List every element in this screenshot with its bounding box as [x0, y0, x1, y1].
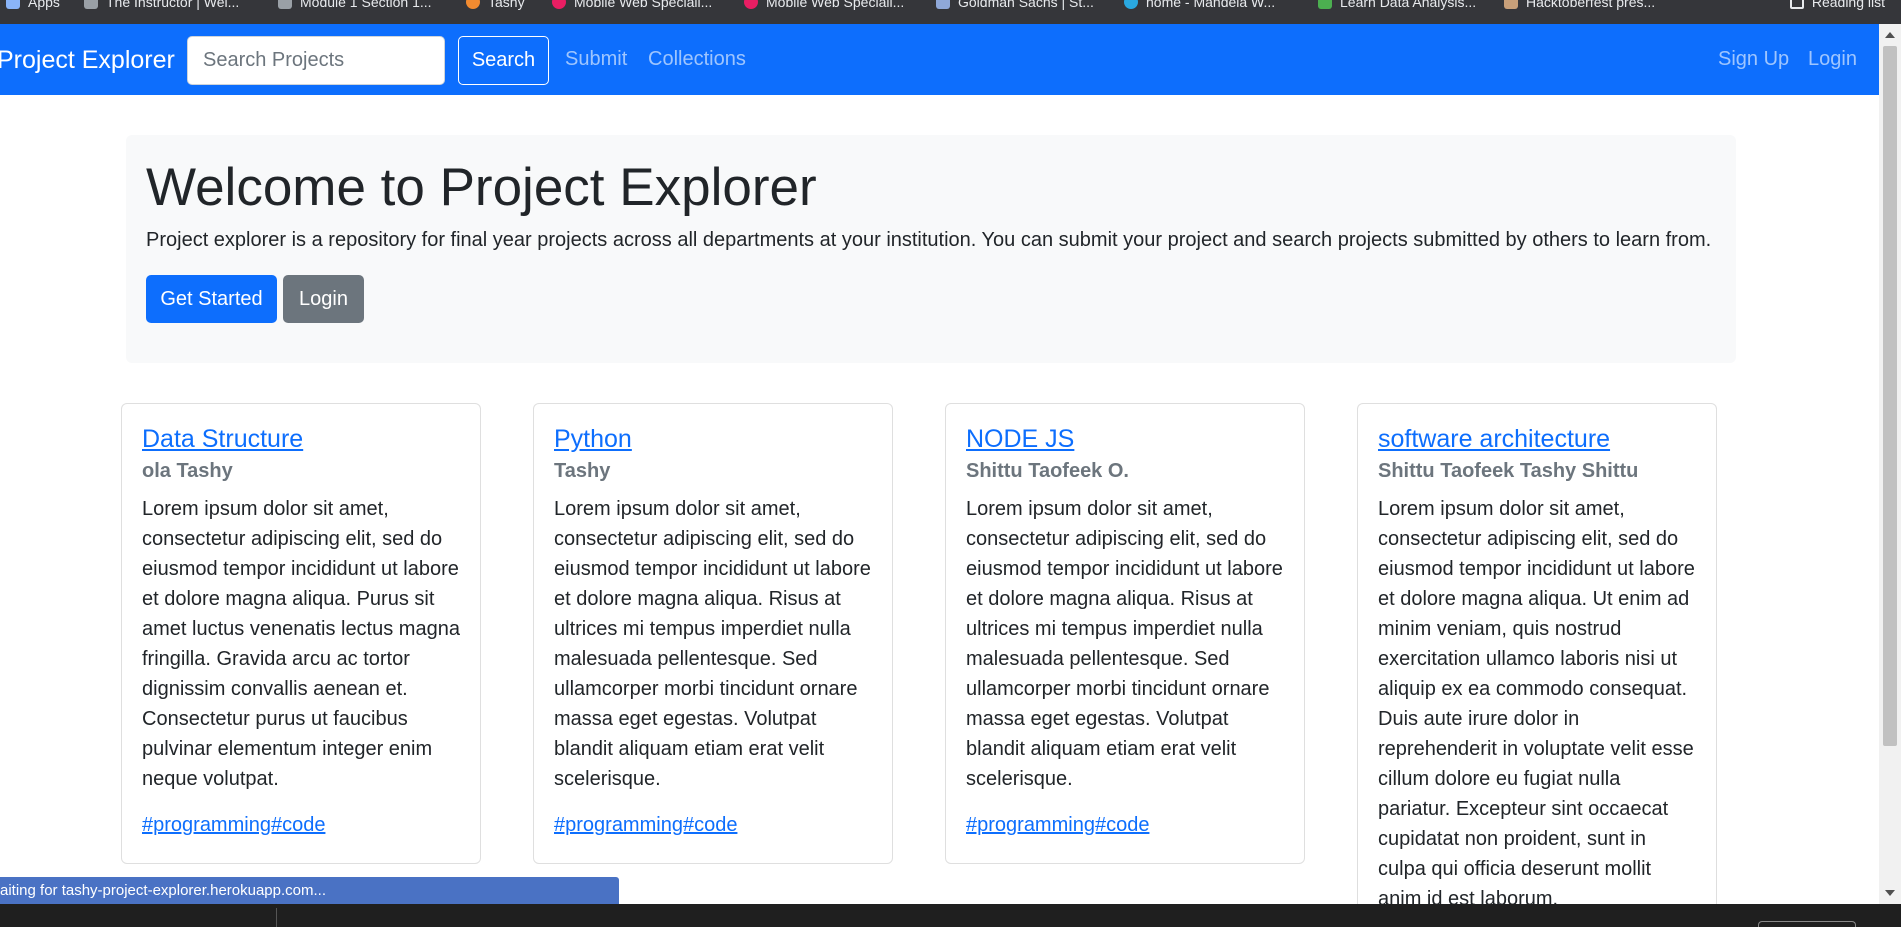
nav-link-login[interactable]: Login: [1808, 48, 1857, 71]
bookmark-item[interactable]: Mobile Web Speciali...: [744, 0, 904, 10]
scroll-thumb[interactable]: [1883, 46, 1897, 746]
bookmark-item[interactable]: Goldman Sachs | St...: [936, 0, 1094, 10]
dollar-icon: [1318, 0, 1332, 9]
taskbar: [0, 904, 1901, 927]
reading-list[interactable]: Reading list: [1789, 0, 1885, 10]
scroll-down-icon[interactable]: [1885, 890, 1895, 896]
page-scrollbar[interactable]: [1879, 24, 1901, 904]
apps-grid-icon: [6, 0, 20, 9]
bookmark-label: Module 1 Section 1...: [300, 0, 432, 10]
udacity-icon: [552, 0, 566, 9]
project-author: Tashy: [554, 460, 611, 482]
nav-link-collections[interactable]: Collections: [648, 48, 746, 71]
bookmark-apps[interactable]: Apps: [6, 0, 60, 10]
page-title: Welcome to Project Explorer: [146, 158, 817, 217]
taskbar-button[interactable]: [1758, 921, 1856, 927]
search-button[interactable]: Search: [458, 36, 549, 85]
reading-list-icon: [1789, 0, 1804, 9]
bookmark-item[interactable]: Module 1 Section 1...: [278, 0, 432, 10]
bookmark-label: Learn Data Analysis...: [1340, 0, 1477, 10]
scroll-up-icon[interactable]: [1885, 32, 1895, 38]
edx-icon: [84, 0, 98, 9]
project-title-link[interactable]: Data Structure: [142, 424, 460, 454]
project-abstract: Lorem ipsum dolor sit amet, consectetur …: [142, 498, 460, 790]
edx-icon: [278, 0, 292, 9]
project-author: Shittu Taofeek O.: [966, 460, 1129, 482]
project-title-link[interactable]: Python: [554, 424, 872, 454]
bookmark-label: The Instructor | Wel...: [106, 0, 240, 10]
reading-list-label: Reading list: [1811, 0, 1885, 10]
project-card: Python Tashy Lorem ipsum dolor sit amet,…: [533, 403, 893, 864]
bookmark-item[interactable]: Learn Data Analysis...: [1318, 0, 1476, 10]
project-card: NODE JS Shittu Taofeek O. Lorem ipsum do…: [945, 403, 1305, 864]
bookmark-label: Mobile Web Speciali...: [766, 0, 905, 10]
bookmarks-bar: Apps The Instructor | Wel... Module 1 Se…: [0, 0, 1901, 24]
bookmark-label: Hacktoberfest pres...: [1526, 0, 1656, 10]
bookmark-label: Goldman Sachs | St...: [958, 0, 1094, 10]
bookmark-item[interactable]: home - Mandela W...: [1124, 0, 1275, 10]
navbar: Project Explorer Search Submit Collectio…: [0, 24, 1879, 95]
bookmark-item[interactable]: Hacktoberfest pres...: [1504, 0, 1655, 10]
project-tags-link[interactable]: #programming#code: [966, 814, 1149, 837]
project-card: Data Structure ola Tashy Lorem ipsum dol…: [121, 403, 481, 864]
smile-icon: [466, 0, 480, 9]
project-abstract: Lorem ipsum dolor sit amet, consectetur …: [966, 498, 1283, 790]
bookmark-label: Apps: [28, 0, 60, 10]
bookmark-item[interactable]: Tashy: [466, 0, 525, 10]
hacktoberfest-icon: [1504, 0, 1518, 9]
yali-icon: [1124, 0, 1138, 9]
project-tags-link[interactable]: #programming#code: [554, 814, 737, 837]
login-button[interactable]: Login: [283, 275, 364, 323]
project-title-link[interactable]: NODE JS: [966, 424, 1284, 454]
nav-link-signup[interactable]: Sign Up: [1718, 48, 1789, 71]
project-author: Shittu Taofeek Tashy Shittu: [1378, 460, 1639, 482]
bookmark-label: Tashy: [488, 0, 525, 10]
page-description: Project explorer is a repository for fin…: [146, 229, 1712, 251]
jumbotron: Welcome to Project Explorer Project expl…: [126, 135, 1736, 363]
get-started-button[interactable]: Get Started: [146, 275, 277, 323]
project-tags-link[interactable]: #programming#code: [142, 814, 325, 837]
project-card: software architecture Shittu Taofeek Tas…: [1357, 403, 1717, 913]
project-abstract: Lorem ipsum dolor sit amet, consectetur …: [554, 498, 871, 790]
doc-icon: [936, 0, 950, 9]
bookmark-item[interactable]: Mobile Web Speciali...: [552, 0, 712, 10]
project-author: ola Tashy: [142, 460, 233, 482]
udacity-icon: [744, 0, 758, 9]
navbar-brand[interactable]: Project Explorer: [0, 46, 175, 75]
browser-status-bar: aiting for tashy-project-explorer.heroku…: [0, 877, 619, 904]
nav-link-submit[interactable]: Submit: [565, 48, 627, 71]
search-input[interactable]: [187, 36, 445, 85]
project-abstract: Lorem ipsum dolor sit amet, consectetur …: [1378, 498, 1695, 910]
bookmark-label: home - Mandela W...: [1146, 0, 1276, 10]
bookmark-label: Mobile Web Speciali...: [574, 0, 713, 10]
taskbar-divider: [276, 908, 277, 927]
bookmark-item[interactable]: The Instructor | Wel...: [84, 0, 239, 10]
project-title-link[interactable]: software architecture: [1378, 424, 1696, 454]
